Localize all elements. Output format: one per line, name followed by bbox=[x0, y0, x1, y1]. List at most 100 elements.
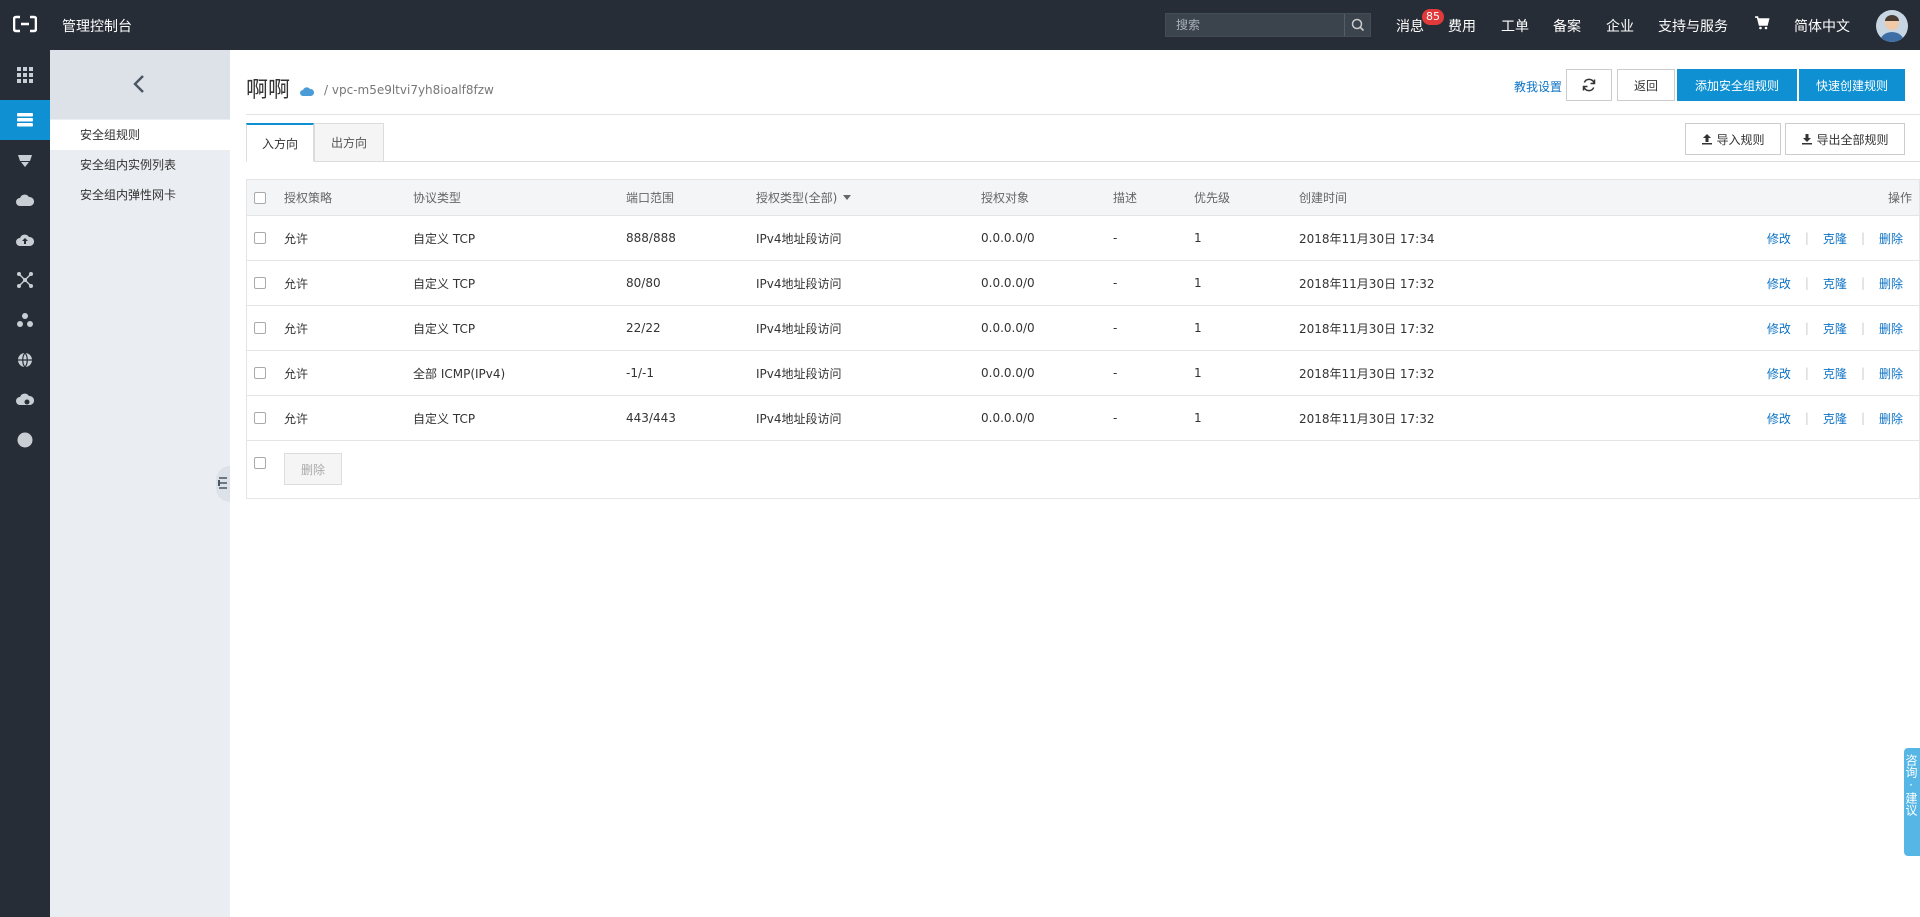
delete-link[interactable]: 删除 bbox=[1879, 320, 1903, 337]
language-switcher[interactable]: 简体中文 bbox=[1794, 16, 1850, 36]
edit-link[interactable]: 修改 bbox=[1767, 320, 1791, 337]
delete-link[interactable]: 删除 bbox=[1879, 410, 1903, 427]
aliyun-logo-icon[interactable] bbox=[12, 15, 38, 33]
cell-port-range: 80/80 bbox=[626, 276, 661, 290]
select-all-checkbox[interactable] bbox=[254, 180, 266, 215]
export-all-rules-button[interactable]: 导出全部规则 bbox=[1785, 123, 1905, 155]
refresh-icon bbox=[1582, 78, 1596, 92]
col-auth-type: 授权类型(全部) bbox=[756, 191, 838, 205]
import-rules-label: 导入规则 bbox=[1716, 132, 1765, 147]
cell-protocol: 自定义 TCP bbox=[413, 276, 476, 291]
circle-icon[interactable] bbox=[0, 420, 50, 460]
col-protocol: 协议类型 bbox=[413, 191, 462, 205]
col-created-time: 创建时间 bbox=[1299, 191, 1348, 205]
edit-link[interactable]: 修改 bbox=[1767, 275, 1791, 292]
sidebar-item-elastic-nic[interactable]: 安全组内弹性网卡 bbox=[50, 180, 230, 210]
add-security-group-rule-button[interactable]: 添加安全组规则 bbox=[1677, 69, 1797, 101]
chevron-left-icon bbox=[133, 75, 144, 93]
cell-priority: 1 bbox=[1194, 321, 1202, 335]
ecs-server-icon[interactable] bbox=[0, 100, 50, 140]
refresh-button[interactable] bbox=[1566, 69, 1612, 101]
cell-description: - bbox=[1113, 231, 1118, 245]
cell-policy: 允许 bbox=[284, 276, 309, 291]
bulk-delete-button[interactable]: 删除 bbox=[284, 453, 342, 485]
clone-link[interactable]: 克隆 bbox=[1823, 365, 1847, 382]
nav-icp-filing[interactable]: 备案 bbox=[1553, 16, 1581, 36]
col-auth-object: 授权对象 bbox=[981, 191, 1030, 205]
page-title: 啊啊 bbox=[246, 78, 291, 103]
back-button[interactable]: 返回 bbox=[1617, 69, 1675, 101]
cart-icon[interactable] bbox=[1754, 15, 1770, 35]
quick-create-rule-button[interactable]: 快速创建规则 bbox=[1799, 69, 1905, 101]
clone-link[interactable]: 克隆 bbox=[1823, 275, 1847, 292]
database-icon[interactable] bbox=[0, 140, 50, 180]
help-setup-link[interactable]: 教我设置 bbox=[1514, 78, 1562, 95]
clone-link[interactable]: 克隆 bbox=[1823, 320, 1847, 337]
security-group-rules-table: 授权策略 协议类型 端口范围 授权类型(全部) 授权对象 描述 优先级 创建时间… bbox=[246, 179, 1920, 499]
edit-link[interactable]: 修改 bbox=[1767, 230, 1791, 247]
delete-link[interactable]: 删除 bbox=[1879, 230, 1903, 247]
network-nodes-icon[interactable] bbox=[0, 260, 50, 300]
search-input[interactable] bbox=[1166, 14, 1344, 36]
cell-auth-object: 0.0.0.0/0 bbox=[981, 276, 1035, 290]
row-checkbox[interactable] bbox=[254, 261, 266, 305]
cell-port-range: -1/-1 bbox=[626, 366, 654, 380]
tab-inbound[interactable]: 入方向 bbox=[246, 123, 314, 162]
cloud-icon[interactable] bbox=[0, 180, 50, 220]
cell-created-time: 2018年11月30日 17:32 bbox=[1299, 321, 1435, 336]
table-body: 允许 自定义 TCP 888/888 IPv4地址段访问 0.0.0.0/0-1 2018… bbox=[247, 216, 1919, 441]
col-auth-type-filter[interactable]: 授权类型(全部) bbox=[756, 180, 852, 215]
main-content: 啊啊 / vpc-m5e9ltvi7yh8ioalf8fzw 教我设置 返回 添… bbox=[230, 50, 1920, 917]
cell-protocol: 自定义 TCP bbox=[413, 411, 476, 426]
vpc-cloud-icon bbox=[300, 85, 315, 99]
import-rules-button[interactable]: 导入规则 bbox=[1685, 123, 1781, 155]
search-icon[interactable] bbox=[1344, 14, 1370, 36]
ops-separator: | bbox=[1860, 321, 1865, 335]
footer-select-all-checkbox[interactable] bbox=[254, 441, 266, 485]
cell-policy: 允许 bbox=[284, 321, 309, 336]
cell-port-range: 443/443 bbox=[626, 411, 676, 425]
cell-priority: 1 bbox=[1194, 411, 1202, 425]
clone-link[interactable]: 克隆 bbox=[1823, 410, 1847, 427]
row-checkbox[interactable] bbox=[254, 216, 266, 260]
nav-messages[interactable]: 消息 bbox=[1396, 16, 1424, 36]
search-box bbox=[1165, 13, 1371, 37]
sidebar-item-security-group-rules[interactable]: 安全组规则 bbox=[50, 120, 230, 150]
edit-link[interactable]: 修改 bbox=[1767, 365, 1791, 382]
clone-link[interactable]: 克隆 bbox=[1823, 230, 1847, 247]
nav-enterprise[interactable]: 企业 bbox=[1606, 16, 1634, 36]
delete-link[interactable]: 删除 bbox=[1879, 275, 1903, 292]
nav-tickets[interactable]: 工单 bbox=[1501, 16, 1529, 36]
user-avatar[interactable] bbox=[1876, 10, 1908, 42]
col-operations: 操作 bbox=[1887, 191, 1912, 205]
row-operations: 修改 | 克隆 | 删除 bbox=[1767, 396, 1903, 440]
cell-auth-object: 0.0.0.0/0 bbox=[981, 366, 1035, 380]
row-checkbox[interactable] bbox=[254, 396, 266, 440]
row-checkbox[interactable] bbox=[254, 351, 266, 395]
cell-created-time: 2018年11月30日 17:32 bbox=[1299, 411, 1435, 426]
table-footer: 删除 bbox=[247, 441, 1919, 498]
sidebar-collapse-toggle[interactable] bbox=[216, 466, 230, 502]
sidebar-back-button[interactable] bbox=[50, 50, 230, 119]
row-operations: 修改 | 克隆 | 删除 bbox=[1767, 216, 1903, 260]
tabs-baseline bbox=[246, 161, 1920, 162]
tab-outbound[interactable]: 出方向 bbox=[314, 123, 384, 162]
delete-link[interactable]: 删除 bbox=[1879, 365, 1903, 382]
nav-billing[interactable]: 费用 bbox=[1448, 16, 1476, 36]
globe-icon[interactable] bbox=[0, 340, 50, 380]
products-grid-icon[interactable] bbox=[0, 55, 50, 95]
caret-down-icon bbox=[843, 194, 852, 200]
sidebar-item-instance-list[interactable]: 安全组内实例列表 bbox=[50, 150, 230, 180]
cell-created-time: 2018年11月30日 17:34 bbox=[1299, 231, 1435, 246]
console-title[interactable]: 管理控制台 bbox=[62, 16, 132, 36]
cloud-shield-icon[interactable] bbox=[0, 380, 50, 420]
row-operations: 修改 | 克隆 | 删除 bbox=[1767, 351, 1903, 395]
feedback-tab[interactable]: 咨询·建议 bbox=[1904, 748, 1920, 856]
ops-separator: | bbox=[1804, 321, 1809, 335]
nav-support[interactable]: 支持与服务 bbox=[1658, 16, 1728, 36]
row-checkbox[interactable] bbox=[254, 306, 266, 350]
edit-link[interactable]: 修改 bbox=[1767, 410, 1791, 427]
cluster-icon[interactable] bbox=[0, 300, 50, 340]
cloud-upload-icon[interactable] bbox=[0, 220, 50, 260]
cell-auth-type: IPv4地址段访问 bbox=[756, 366, 842, 381]
